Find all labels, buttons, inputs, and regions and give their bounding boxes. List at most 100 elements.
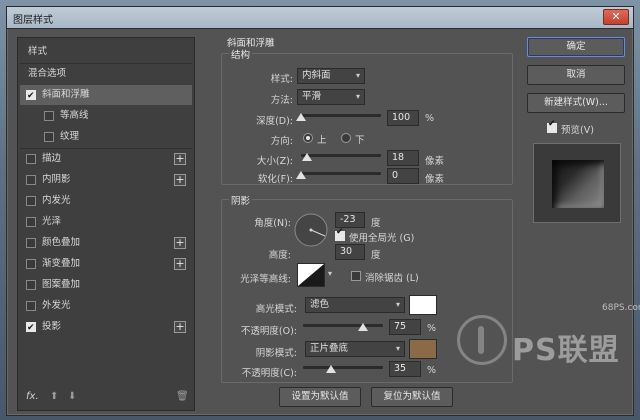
gradient-overlay-checkbox[interactable]: [26, 259, 36, 269]
drop-shadow-checkbox[interactable]: [26, 318, 36, 338]
inner-glow-checkbox[interactable]: [26, 196, 36, 206]
close-button[interactable]: ✕: [603, 9, 629, 25]
stroke-checkbox[interactable]: [26, 154, 36, 164]
highlight-opacity-field[interactable]: 75: [389, 319, 421, 335]
slider-thumb[interactable]: [296, 171, 306, 179]
altitude-field[interactable]: 30: [335, 244, 365, 260]
add-inner-shadow-icon[interactable]: +: [174, 174, 186, 186]
slider-thumb[interactable]: [358, 323, 368, 331]
style-list-item-label: 图案叠加: [42, 279, 81, 290]
slider-track: [303, 366, 383, 369]
watermark-logo-icon: [457, 315, 507, 365]
cancel-button[interactable]: 取消: [527, 65, 625, 85]
bevel-style-select[interactable]: 内斜面 ▾: [297, 68, 365, 84]
depth-slider[interactable]: [296, 111, 381, 121]
soften-slider[interactable]: [296, 169, 381, 179]
contour-curve-icon: [298, 264, 324, 286]
chevron-down-icon: ▾: [395, 300, 400, 309]
style-preview-thumbnail: [533, 143, 621, 223]
bevel-style-value: 内斜面: [302, 70, 331, 81]
ok-button[interactable]: 确定: [527, 37, 625, 57]
slider-thumb[interactable]: [301, 153, 312, 161]
gloss-contour-label: 光泽等高线:: [240, 274, 291, 285]
preview-label: 预览(V): [561, 125, 594, 136]
direction-up-label: 上: [317, 135, 327, 146]
highlight-mode-select[interactable]: 滤色 ▾: [305, 297, 405, 313]
highlight-opacity-slider[interactable]: [303, 321, 383, 331]
dialog-titlebar: 图层样式 ✕: [7, 7, 633, 29]
size-slider[interactable]: [301, 151, 381, 161]
direction-down-radio[interactable]: [341, 133, 351, 143]
highlight-opacity-label: 不透明度(O):: [240, 326, 297, 337]
add-stroke-icon[interactable]: +: [174, 153, 186, 165]
style-list-item-label: 等高线: [60, 110, 89, 121]
reset-default-button[interactable]: 复位为默认值: [371, 387, 453, 407]
style-list-panel: 样式 混合选项 斜面和浮雕 等高线 纹理 描边 + 内阴影 +: [17, 37, 195, 411]
angle-dial[interactable]: [293, 212, 329, 248]
slider-track: [301, 154, 381, 157]
size-field[interactable]: 18: [387, 150, 419, 166]
style-list-item-pattern-overlay[interactable]: 图案叠加: [20, 275, 192, 295]
direction-up-radio[interactable]: [303, 133, 313, 143]
chevron-down-icon: ▾: [395, 344, 400, 353]
highlight-color-swatch[interactable]: [409, 295, 437, 315]
make-default-button[interactable]: 设置为默认值: [279, 387, 361, 407]
direction-label: 方向:: [270, 136, 293, 147]
texture-checkbox[interactable]: [44, 132, 54, 142]
move-down-icon[interactable]: ⬇: [68, 391, 76, 402]
angle-field[interactable]: -23: [335, 212, 365, 228]
bevel-emboss-checkbox[interactable]: [26, 86, 36, 106]
style-list-item-inner-glow[interactable]: 内发光: [20, 191, 192, 211]
fx-icon[interactable]: fx.: [26, 391, 39, 402]
structure-title: 结构: [229, 47, 253, 61]
slider-thumb[interactable]: [326, 365, 336, 373]
chevron-down-icon[interactable]: ▾: [328, 269, 332, 278]
style-list-item-color-overlay[interactable]: 颜色叠加 +: [20, 233, 192, 253]
add-color-overlay-icon[interactable]: +: [174, 237, 186, 249]
size-unit: 像素: [425, 156, 445, 167]
inner-shadow-checkbox[interactable]: [26, 175, 36, 185]
style-list-item-inner-shadow[interactable]: 内阴影 +: [20, 170, 192, 190]
new-style-button[interactable]: 新建样式(W)...: [527, 93, 625, 113]
shadow-opacity-slider[interactable]: [303, 363, 383, 373]
technique-value: 平滑: [302, 91, 322, 102]
contour-checkbox[interactable]: [44, 111, 54, 121]
add-gradient-overlay-icon[interactable]: +: [174, 258, 186, 270]
add-drop-shadow-icon[interactable]: +: [174, 321, 186, 333]
preview-checkbox[interactable]: [547, 119, 557, 133]
depth-label: 深度(D):: [256, 116, 293, 127]
gloss-contour-picker[interactable]: [297, 263, 325, 287]
style-list-item-drop-shadow[interactable]: 投影 +: [20, 317, 192, 338]
satin-checkbox[interactable]: [26, 217, 36, 227]
style-list-item-stroke[interactable]: 描边 +: [20, 149, 192, 169]
highlight-mode-value: 滤色: [310, 299, 330, 310]
outer-glow-checkbox[interactable]: [26, 301, 36, 311]
technique-select[interactable]: 平滑 ▾: [297, 89, 365, 105]
style-list-item-outer-glow[interactable]: 外发光: [20, 296, 192, 316]
color-overlay-checkbox[interactable]: [26, 238, 36, 248]
move-up-icon[interactable]: ⬆: [50, 391, 58, 402]
soften-field[interactable]: 0: [387, 168, 419, 184]
trash-icon[interactable]: 🗑: [176, 391, 189, 402]
global-light-checkbox[interactable]: [335, 227, 345, 241]
shadow-color-swatch[interactable]: [409, 339, 437, 359]
slider-thumb[interactable]: [296, 113, 306, 121]
shadow-opacity-field[interactable]: 35: [389, 361, 421, 377]
style-list-item-blending-options[interactable]: 混合选项: [20, 64, 192, 84]
dialog-title: 图层样式: [13, 15, 53, 26]
style-list-item-texture[interactable]: 纹理: [20, 127, 192, 147]
style-list-item-bevel-emboss[interactable]: 斜面和浮雕: [20, 85, 192, 106]
shadow-mode-select[interactable]: 正片叠底 ▾: [305, 341, 405, 357]
slider-track: [303, 324, 383, 327]
style-list-item-contour[interactable]: 等高线: [20, 106, 192, 126]
style-list-item-styles[interactable]: 样式: [20, 42, 192, 62]
style-label: 样式:: [270, 74, 293, 85]
preview-swatch: [552, 160, 604, 208]
depth-field[interactable]: 100: [387, 110, 419, 126]
style-list-item-gradient-overlay[interactable]: 渐变叠加 +: [20, 254, 192, 274]
anti-aliased-checkbox[interactable]: [351, 271, 361, 281]
pattern-overlay-checkbox[interactable]: [26, 280, 36, 290]
style-list-item-satin[interactable]: 光泽: [20, 212, 192, 232]
altitude-label: 高度:: [268, 250, 291, 261]
chevron-down-icon: ▾: [355, 71, 360, 80]
